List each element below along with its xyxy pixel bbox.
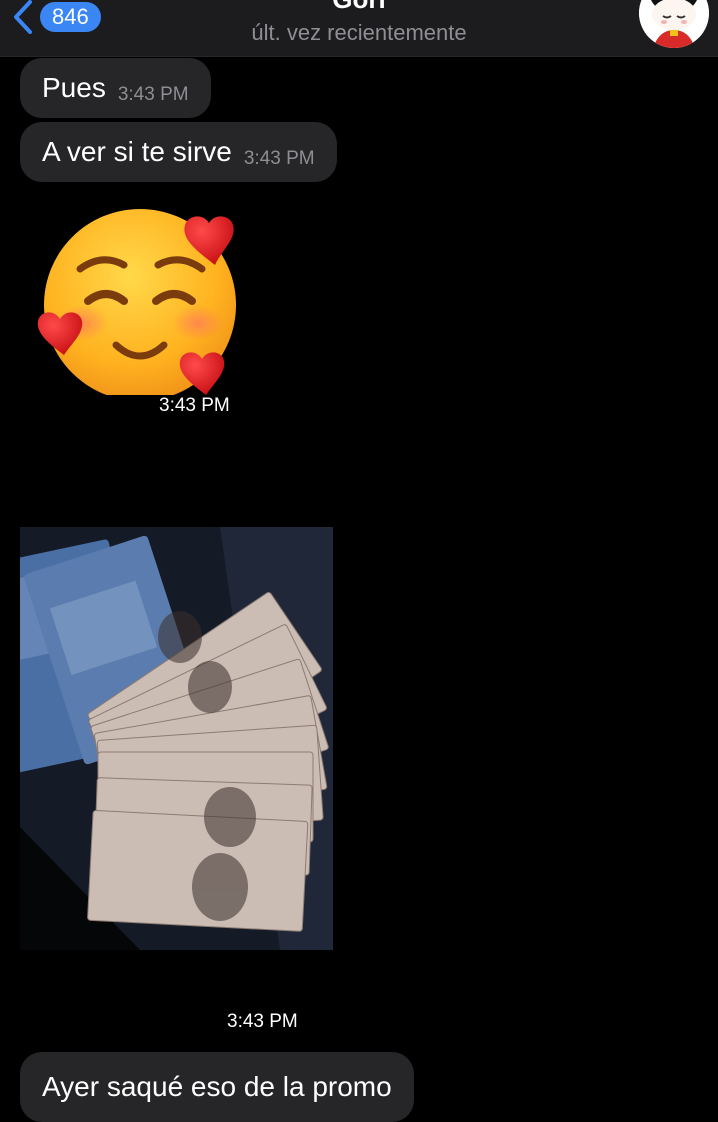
message-text: A ver si te sirve	[42, 136, 232, 167]
message-time: 3:43 PM	[159, 395, 230, 416]
banknotes-photo[interactable]	[20, 527, 333, 950]
message-text: Ayer saqué eso de la promo	[42, 1071, 392, 1102]
message-time: 3:43 PM	[227, 1011, 298, 1032]
last-seen-status: últ. vez recientemente	[251, 20, 467, 45]
message-time: 3:43 PM	[117, 84, 189, 105]
message-text: Pues	[42, 72, 106, 103]
contact-name[interactable]: Gori	[0, 0, 718, 15]
message-time: 3:43 PM	[243, 148, 315, 169]
message-bubble[interactable]: Ayer saqué eso de la promo	[20, 1052, 414, 1122]
chat-header: 846 Gori últ. vez recientemente	[0, 0, 718, 57]
message-bubble[interactable]: A ver si te sirve 3:43 PM	[20, 122, 337, 182]
message-bubble[interactable]: Pues 3:43 PM	[20, 58, 211, 118]
smiling-face-with-hearts-sticker[interactable]	[30, 205, 250, 401]
